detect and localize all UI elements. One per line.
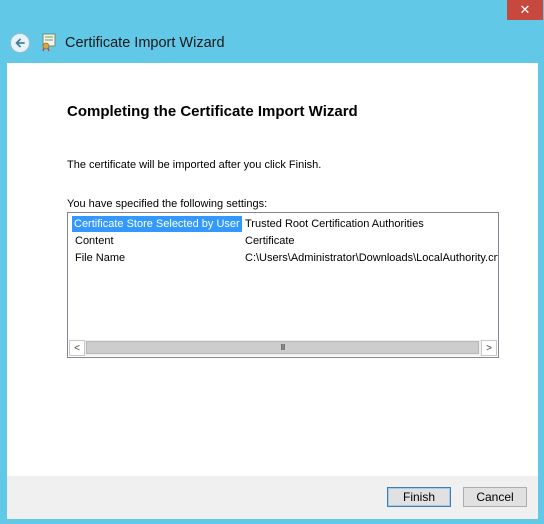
settings-row[interactable]: Certificate Store Selected by User Trust… [68,216,498,233]
setting-name[interactable]: Certificate Store Selected by User [72,216,242,232]
back-arrow-icon [15,38,25,48]
grip-icon: III [280,343,286,352]
horizontal-scrollbar[interactable]: < III > [69,340,497,356]
settings-list[interactable]: Certificate Store Selected by User Trust… [67,212,499,358]
setting-name[interactable]: Content [73,233,116,249]
setting-value: Trusted Root Certification Authorities [245,218,424,230]
setting-name[interactable]: File Name [73,250,127,266]
scroll-right-button[interactable]: > [481,340,497,356]
chevron-right-icon: > [486,342,492,354]
settings-row[interactable]: Content Certificate [68,233,498,250]
back-button[interactable] [10,33,30,53]
info-text: The certificate will be imported after y… [67,159,322,171]
scroll-thumb[interactable]: III [86,341,479,354]
cancel-button[interactable]: Cancel [463,487,527,507]
setting-value: Certificate [245,235,295,247]
setting-value: C:\Users\Administrator\Downloads\LocalAu… [245,252,499,264]
page-heading: Completing the Certificate Import Wizard [67,103,358,120]
settings-label: You have specified the following setting… [67,198,268,210]
chevron-left-icon: < [74,342,80,354]
window-title: Certificate Import Wizard [65,35,225,51]
certificate-icon [42,33,56,52]
wizard-content: Completing the Certificate Import Wizard… [7,63,538,476]
scroll-left-button[interactable]: < [69,340,85,356]
finish-button[interactable]: Finish [387,487,451,507]
button-bar: Finish Cancel [7,476,538,519]
settings-row[interactable]: File Name C:\Users\Administrator\Downloa… [68,250,498,267]
close-button[interactable]: ✕ [507,0,543,20]
close-icon: ✕ [519,2,531,17]
